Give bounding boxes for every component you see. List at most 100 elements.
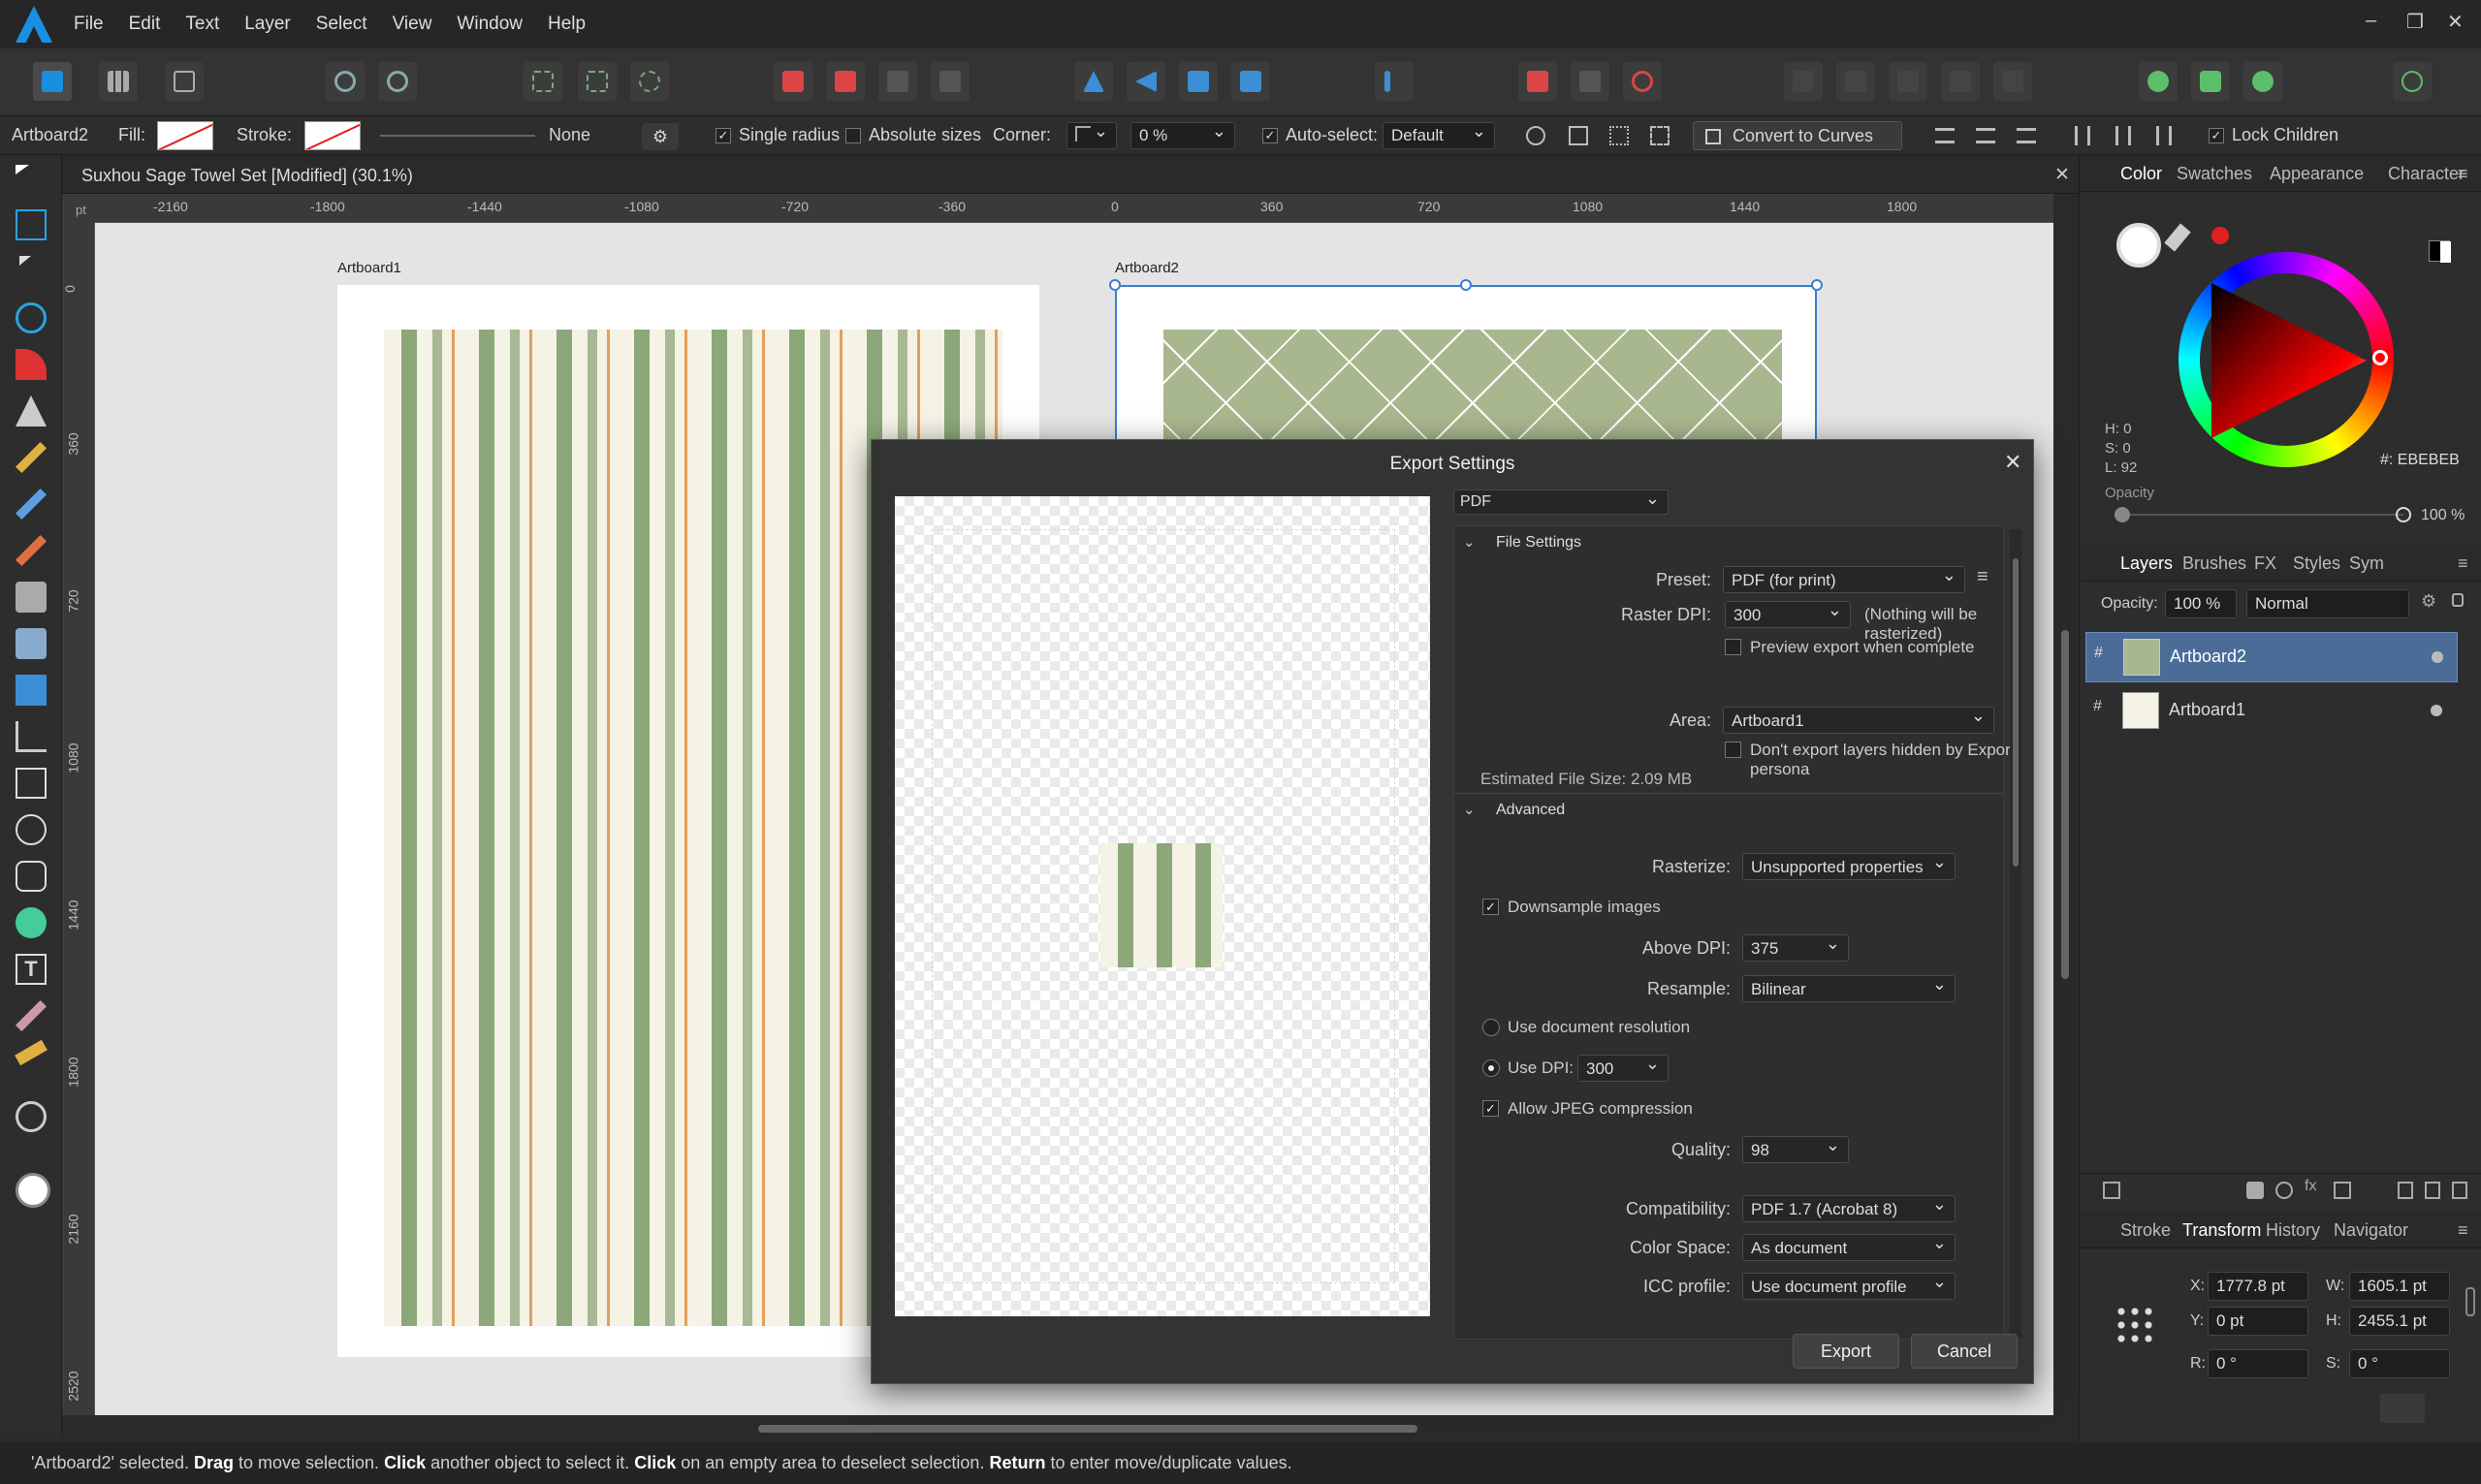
settings-button[interactable] <box>326 62 365 101</box>
hue-handle[interactable] <box>2372 350 2388 365</box>
above-dpi-field[interactable]: 375 <box>1742 933 1849 962</box>
align-top-icon[interactable] <box>2075 126 2090 145</box>
auto-select-dropdown[interactable]: Default <box>1383 121 1495 149</box>
arrange-icon[interactable] <box>2103 1182 2120 1199</box>
live-filter-icon[interactable] <box>2334 1182 2351 1199</box>
transform-menu-icon[interactable]: ≡ <box>2458 1220 2468 1241</box>
blend-mode-dropdown[interactable]: Normal <box>2246 589 2409 618</box>
delete-layer-icon[interactable] <box>2452 1182 2467 1199</box>
transform-origin-icon[interactable] <box>1526 126 1545 145</box>
group-icon[interactable] <box>2425 1182 2440 1199</box>
measure-tool-icon[interactable] <box>15 1039 48 1066</box>
rotate-right-button[interactable] <box>1231 62 1270 101</box>
boolean-add-button[interactable] <box>1784 62 1823 101</box>
use-document-resolution-radio[interactable] <box>1482 1019 1500 1036</box>
tab-stroke[interactable]: Stroke <box>2120 1220 2171 1241</box>
tab-history[interactable]: History <box>2266 1220 2320 1241</box>
lock-icon[interactable] <box>2452 593 2464 607</box>
tab-fx[interactable]: FX <box>2254 553 2276 574</box>
snapping-button[interactable] <box>1518 62 1557 101</box>
snapping-settings-button[interactable] <box>378 62 417 101</box>
selection-handle[interactable] <box>1109 279 1121 291</box>
w-field[interactable]: 1605.1 pt <box>2349 1272 2450 1301</box>
order-top-button[interactable] <box>931 62 970 101</box>
color-picker-icon[interactable] <box>2164 223 2191 252</box>
menu-edit[interactable]: Edit <box>129 14 186 35</box>
layers-menu-icon[interactable]: ≡ <box>2458 553 2468 574</box>
align-center-icon[interactable] <box>1976 128 1995 143</box>
export-persona-button[interactable] <box>165 62 204 101</box>
move-tool-icon[interactable] <box>16 165 29 174</box>
layer-settings-gear-icon[interactable]: ⚙ <box>2421 591 2436 612</box>
show-handles-icon[interactable] <box>1609 126 1629 145</box>
opacity-value[interactable]: 100 % <box>2421 507 2465 524</box>
rotate-button[interactable] <box>630 62 669 101</box>
picked-color-swatch[interactable] <box>2211 227 2229 244</box>
menu-view[interactable]: View <box>393 14 458 35</box>
designer-persona-button[interactable] <box>33 62 72 101</box>
fill-stroke-swatch-icon[interactable] <box>16 1173 50 1208</box>
document-tab[interactable]: Suxhou Sage Towel Set [Modified] (30.1%)… <box>62 155 2079 194</box>
preview-export-checkbox[interactable] <box>1725 639 1741 655</box>
point-transform-tool-icon[interactable] <box>16 302 47 333</box>
grid-icon[interactable] <box>1650 126 1670 145</box>
horizontal-scrollbar[interactable] <box>62 1415 2079 1442</box>
insert-top-button[interactable] <box>2243 62 2282 101</box>
shear-field[interactable]: 0 ° <box>2349 1349 2450 1378</box>
layer-row-artboard1[interactable]: # Artboard1 <box>2085 686 2458 737</box>
transform-objects-button[interactable] <box>578 62 617 101</box>
tab-styles[interactable]: Styles <box>2293 553 2340 574</box>
raster-dpi-field[interactable]: 300 <box>1725 600 1851 628</box>
crop-tool-icon[interactable] <box>16 721 47 752</box>
fx-icon[interactable]: fx <box>2305 1178 2316 1195</box>
zoom-tool-icon[interactable] <box>16 1101 47 1132</box>
order-back-button[interactable] <box>774 62 812 101</box>
tab-brushes[interactable]: Brushes <box>2182 553 2246 574</box>
menu-window[interactable]: Window <box>457 14 548 35</box>
artboard2-label[interactable]: Artboard2 <box>1115 260 1179 276</box>
align-bottom-icon[interactable] <box>2156 126 2172 145</box>
fill-tool-icon[interactable] <box>16 582 47 613</box>
file-settings-header[interactable]: File Settings <box>1496 534 1581 552</box>
boolean-intersect-button[interactable] <box>1889 62 1927 101</box>
menu-text[interactable]: Text <box>185 14 244 35</box>
ellipse-tool-icon[interactable] <box>16 814 47 845</box>
visibility-dot-icon[interactable] <box>2432 651 2443 663</box>
dialog-close-icon[interactable]: ✕ <box>2004 450 2021 475</box>
vertical-scroll-thumb[interactable] <box>2061 630 2069 979</box>
vertical-scrollbar[interactable] <box>2053 194 2079 1417</box>
stroke-width-slider[interactable] <box>380 135 535 137</box>
boolean-subtract-button[interactable] <box>1836 62 1875 101</box>
order-front-button[interactable] <box>878 62 917 101</box>
stroke-swatch[interactable] <box>304 121 361 150</box>
link-proportions-icon[interactable] <box>2465 1287 2475 1316</box>
opacity-slider-handle[interactable] <box>2396 507 2411 522</box>
artboard1-label[interactable]: Artboard1 <box>337 260 401 276</box>
resample-dropdown[interactable]: Bilinear <box>1742 974 1956 1002</box>
menu-layer[interactable]: Layer <box>244 14 316 35</box>
area-dropdown[interactable]: Artboard1 <box>1723 706 1994 734</box>
single-radius-checkbox[interactable]: ✓ <box>716 128 731 143</box>
use-dpi-radio[interactable] <box>1482 1059 1500 1077</box>
visibility-dot-icon[interactable] <box>2431 705 2442 716</box>
order-forward-button[interactable] <box>826 62 865 101</box>
color-picker-tool-icon[interactable] <box>16 1000 47 1031</box>
anchor-point-selector[interactable] <box>2115 1305 2157 1347</box>
cancel-button[interactable]: Cancel <box>1911 1334 2018 1369</box>
paint-brush-tool-icon[interactable] <box>16 535 47 566</box>
black-white-swatch-icon[interactable] <box>2429 240 2451 263</box>
hex-value[interactable]: #: EBEBEB <box>2380 452 2460 469</box>
insert-behind-button[interactable] <box>2139 62 2178 101</box>
tab-layers[interactable]: Layers <box>2120 553 2173 574</box>
vertical-ruler[interactable]: 0 360 720 1080 1440 1800 2160 2520 <box>62 223 95 1415</box>
tab-transform[interactable]: Transform <box>2182 1220 2261 1241</box>
rectangle-tool-icon[interactable] <box>16 768 47 799</box>
horizontal-scroll-thumb[interactable] <box>758 1425 1417 1433</box>
rounded-rectangle-tool-icon[interactable] <box>16 861 47 892</box>
fill-swatch[interactable] <box>157 121 213 150</box>
flip-horizontal-button[interactable] <box>1074 62 1113 101</box>
menu-help[interactable]: Help <box>548 14 611 35</box>
corner-value-dropdown[interactable]: 0 % <box>1130 121 1235 149</box>
pencil-tool-icon[interactable] <box>16 442 47 473</box>
adjustment-icon[interactable] <box>2275 1182 2293 1199</box>
